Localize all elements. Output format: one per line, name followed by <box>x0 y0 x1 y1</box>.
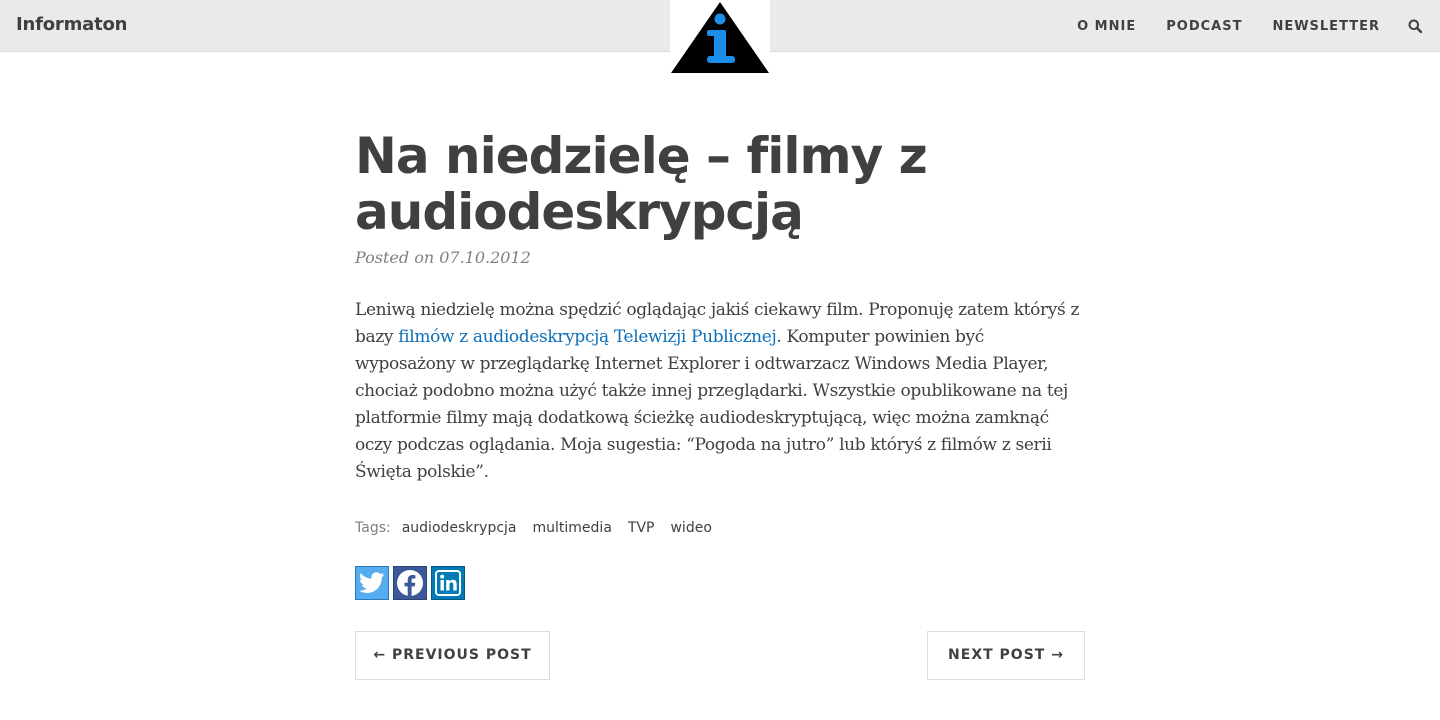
next-post-button[interactable]: NEXT POST → <box>927 631 1085 680</box>
nav-item-newsletter[interactable]: NEWSLETTER <box>1272 19 1380 34</box>
facebook-icon <box>397 570 423 596</box>
tag-link[interactable]: multimedia <box>533 520 612 536</box>
main-nav: O MNIE PODCAST NEWSLETTER <box>1077 0 1440 52</box>
tag-link[interactable]: audiodeskrypcja <box>402 520 517 536</box>
site-brand-link[interactable]: Informaton <box>16 14 127 35</box>
linkedin-icon <box>435 570 461 596</box>
post-body: Leniwą niedzielę można spędzić oglądając… <box>355 297 1085 486</box>
tag-link[interactable]: wideo <box>670 520 711 536</box>
facebook-share-button[interactable] <box>393 566 427 600</box>
post-tags: Tags: audiodeskrypcja multimedia TVP wid… <box>355 520 1085 536</box>
tags-label: Tags: <box>355 520 391 536</box>
nav-item-podcast[interactable]: PODCAST <box>1166 19 1242 34</box>
share-buttons <box>355 566 1085 600</box>
nav-item-o-mnie[interactable]: O MNIE <box>1077 19 1136 34</box>
info-triangle-logo-svg <box>671 2 769 73</box>
previous-post-button[interactable]: ← PREVIOUS POST <box>355 631 550 680</box>
post-navigation: ← PREVIOUS POST NEXT POST → <box>355 631 1085 680</box>
twitter-share-button[interactable] <box>355 566 389 600</box>
linkedin-share-button[interactable] <box>431 566 465 600</box>
search-icon[interactable] <box>1408 19 1423 34</box>
info-triangle-logo[interactable] <box>670 0 770 76</box>
tag-link[interactable]: TVP <box>628 520 655 536</box>
post-body-link[interactable]: filmów z audiodeskrypcją Telewizji Publi… <box>398 327 777 347</box>
twitter-icon <box>359 572 385 593</box>
site-header: Informaton O MNIE PODCAST NEWSLETTER <box>0 0 1440 76</box>
post-body-text-end: . Komputer powinien być wyposażony w prz… <box>355 327 1068 482</box>
post-title: Na niedzielę – filmy z audiodeskrypcją <box>355 127 928 241</box>
post-content: Na niedzielę – filmy z audiodeskrypcją P… <box>355 128 1085 680</box>
post-meta: Posted on 07.10.2012 <box>355 248 531 267</box>
